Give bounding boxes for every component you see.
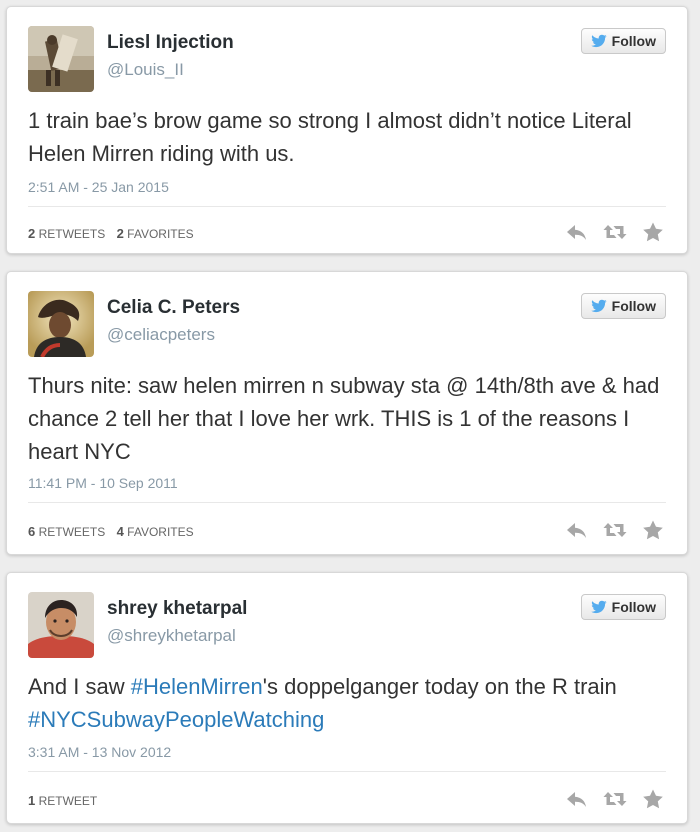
reply-button[interactable]: [565, 520, 589, 540]
tweet-text-before: And I saw: [28, 674, 131, 699]
tweet-timestamp[interactable]: 11:41 PM - 10 Sep 2011: [28, 475, 178, 491]
tweet-card: Celia C. Peters @celiacpeters Follow Thu…: [6, 271, 688, 555]
hashtag-link[interactable]: #NYCSubwayPeopleWatching: [28, 707, 324, 732]
reply-icon: [567, 792, 586, 807]
tweet-card: Liesl Injection @Louis_II Follow 1 train…: [6, 6, 688, 254]
star-icon: [643, 789, 663, 809]
hashtag-link[interactable]: #HelenMirren: [131, 674, 263, 699]
retweet-button[interactable]: [603, 222, 627, 242]
retweet-button[interactable]: [603, 520, 627, 540]
retweets-label[interactable]: RETWEET: [39, 794, 98, 808]
user-handle[interactable]: @Louis_II: [107, 60, 184, 80]
follow-label: Follow: [611, 599, 656, 615]
tweet-stats: 6 RETWEETS 4 FAVORITES: [28, 524, 194, 539]
star-icon: [643, 222, 663, 242]
avatar-image: [28, 291, 94, 357]
twitter-bird-icon: [590, 600, 607, 614]
tweet-timestamp[interactable]: 3:31 AM - 13 Nov 2012: [28, 744, 171, 760]
retweets-count: 1: [28, 793, 36, 808]
tweet-actions: [565, 789, 665, 809]
avatar[interactable]: [28, 291, 94, 357]
reply-button[interactable]: [565, 222, 589, 242]
user-name[interactable]: Celia C. Peters: [107, 297, 240, 319]
follow-label: Follow: [611, 33, 656, 49]
user-handle[interactable]: @shreykhetarpal: [107, 626, 236, 646]
tweet-text: And I saw #HelenMirren's doppelganger to…: [28, 670, 665, 736]
follow-label: Follow: [611, 298, 656, 314]
favorites-count: 2: [116, 226, 124, 241]
avatar-image: [28, 592, 94, 658]
favorites-label[interactable]: FAVORITES: [127, 227, 193, 241]
favorite-button[interactable]: [641, 520, 665, 540]
avatar-image: [28, 26, 94, 92]
favorite-button[interactable]: [641, 222, 665, 242]
follow-button[interactable]: Follow: [580, 594, 666, 620]
tweet-timestamp[interactable]: 2:51 AM - 25 Jan 2015: [28, 179, 169, 195]
user-name[interactable]: shrey khetarpal: [107, 598, 247, 620]
user-handle[interactable]: @celiacpeters: [107, 325, 215, 345]
twitter-bird-icon: [590, 299, 607, 313]
follow-button[interactable]: Follow: [580, 293, 666, 319]
favorites-count: 4: [116, 524, 124, 539]
divider: [28, 771, 666, 772]
favorites-label[interactable]: FAVORITES: [127, 525, 193, 539]
tweet-text: 1 train bae’s brow game so strong I almo…: [28, 108, 632, 166]
tweet-stats: 1 RETWEET: [28, 793, 97, 808]
tweet-card: shrey khetarpal @shreykhetarpal Follow A…: [6, 572, 688, 824]
retweet-button[interactable]: [603, 789, 627, 809]
retweets-label[interactable]: RETWEETS: [39, 525, 106, 539]
reply-icon: [567, 523, 586, 538]
star-icon: [643, 520, 663, 540]
retweet-icon: [603, 523, 627, 537]
avatar[interactable]: [28, 26, 94, 92]
follow-button[interactable]: Follow: [580, 28, 666, 54]
retweet-icon: [603, 225, 627, 239]
retweet-icon: [603, 792, 627, 806]
retweets-count: 6: [28, 524, 36, 539]
reply-icon: [567, 225, 586, 240]
reply-button[interactable]: [565, 789, 589, 809]
tweet-actions: [565, 222, 665, 242]
twitter-bird-icon: [590, 34, 607, 48]
divider: [28, 502, 666, 503]
tweet-text-middle: 's doppelganger today on the R train: [262, 674, 617, 699]
favorite-button[interactable]: [641, 789, 665, 809]
divider: [28, 206, 666, 207]
user-name[interactable]: Liesl Injection: [107, 32, 234, 54]
avatar[interactable]: [28, 592, 94, 658]
tweet-actions: [565, 520, 665, 540]
tweet-stats: 2 RETWEETS 2 FAVORITES: [28, 226, 194, 241]
tweet-text: Thurs nite: saw helen mirren n subway st…: [28, 373, 660, 464]
retweets-label[interactable]: RETWEETS: [39, 227, 106, 241]
retweets-count: 2: [28, 226, 36, 241]
